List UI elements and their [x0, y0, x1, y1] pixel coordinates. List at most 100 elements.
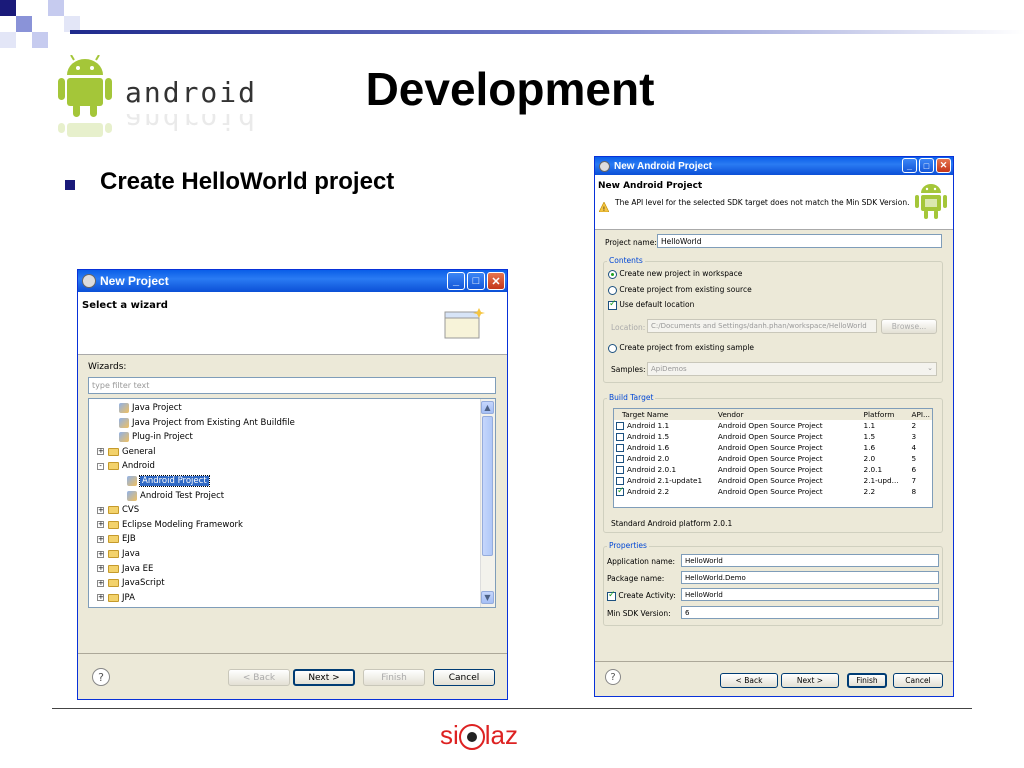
col-platform[interactable]: Platform [862, 409, 910, 420]
radio-new[interactable] [608, 269, 617, 279]
scroll-thumb[interactable] [482, 416, 493, 556]
finish-button[interactable]: Finish [847, 673, 887, 688]
col-api[interactable]: API... [909, 409, 932, 420]
expand-icon[interactable]: + [97, 565, 104, 573]
tree-item[interactable]: Plug-in Project [119, 432, 193, 443]
maximize-button[interactable]: □ [919, 158, 934, 173]
expand-icon[interactable]: + [97, 550, 104, 558]
table-row[interactable]: Android 2.0 Android Open Source Project 2.… [614, 453, 932, 464]
app-name-input[interactable]: HelloWorld [681, 554, 939, 567]
tree-item[interactable]: + Eclipse Modeling Framework [97, 520, 243, 530]
expand-icon[interactable]: + [97, 579, 104, 587]
project-name-input[interactable]: HelloWorld [657, 234, 942, 248]
help-icon[interactable]: ? [605, 669, 621, 685]
project-icon [119, 417, 129, 428]
tree-scrollbar[interactable]: ▲ ▼ [480, 399, 495, 607]
back-button[interactable]: < Back [720, 673, 778, 688]
tree-item[interactable]: + JavaScript [97, 578, 165, 588]
target-checkbox[interactable] [616, 466, 624, 474]
target-name: Android 1.5 [627, 432, 670, 441]
help-icon[interactable]: ? [92, 668, 110, 686]
target-vendor-cell: Android Open Source Project [717, 443, 823, 452]
close-button[interactable]: ✕ [487, 272, 505, 290]
tree-item[interactable]: Java Project [119, 403, 182, 413]
tree-item[interactable]: + Java EE [97, 564, 153, 574]
android-titlebar: New Android Project _ □ ✕ [595, 157, 953, 175]
tree-item[interactable]: + General [97, 447, 156, 457]
back-button[interactable]: < Back [228, 669, 290, 686]
samples-select[interactable]: ApiDemos ⌄ [647, 362, 937, 376]
maximize-button[interactable]: □ [467, 272, 485, 290]
target-vendor-cell: Android Open Source Project [717, 421, 823, 430]
radio-existing[interactable] [608, 285, 617, 295]
checkbox-create-activity[interactable] [607, 590, 616, 601]
tree-item[interactable]: Java Project from Existing Ant Buildfile [119, 417, 295, 428]
minimize-button[interactable]: _ [447, 272, 465, 290]
collapse-icon[interactable]: - [97, 462, 104, 470]
checkbox-default-location[interactable] [608, 299, 617, 310]
expand-icon[interactable]: + [97, 521, 104, 529]
tree-item[interactable]: Android Project [127, 475, 210, 487]
col-target-name[interactable]: Target Name [614, 409, 716, 420]
target-checkbox[interactable] [616, 433, 624, 441]
filter-input[interactable]: type filter text [88, 377, 496, 394]
tree-item[interactable]: + JPA [97, 593, 135, 603]
tree-item[interactable]: Android Test Project [127, 490, 225, 501]
tree-item-label: Android Test Project [140, 490, 225, 501]
bullet-text: Create HelloWorld project [100, 168, 395, 195]
eclipse-icon [599, 160, 610, 172]
target-checkbox[interactable] [616, 455, 624, 463]
close-button[interactable]: ✕ [936, 158, 951, 173]
target-checkbox[interactable] [616, 444, 624, 452]
option-new-project[interactable]: Create new project in workspace [608, 269, 742, 279]
option-existing-source[interactable]: Create project from existing source [608, 285, 752, 295]
wizard-tree: Java Project Java Project from Existing A… [88, 398, 496, 608]
target-api-cell: 3 [911, 432, 917, 441]
expand-icon[interactable]: + [97, 535, 104, 543]
package-input[interactable]: HelloWorld.Demo [681, 571, 939, 584]
scroll-up-icon[interactable]: ▲ [481, 401, 494, 414]
target-name: Android 2.1-update1 [627, 476, 703, 485]
decor-square [16, 16, 32, 32]
cancel-button[interactable]: Cancel [433, 669, 495, 686]
finish-button[interactable]: Finish [363, 669, 425, 686]
table-row[interactable]: Android 2.0.1 Android Open Source Project… [614, 464, 932, 475]
expand-icon[interactable]: + [97, 506, 104, 514]
next-button[interactable]: Next > [781, 673, 839, 688]
min-sdk-input[interactable]: 6 [681, 606, 939, 619]
browse-button[interactable]: Browse... [881, 319, 937, 334]
target-checkbox[interactable] [616, 486, 625, 496]
window-title: New Project [100, 274, 169, 288]
expand-icon[interactable]: + [97, 594, 104, 602]
create-activity-input[interactable]: HelloWorld [681, 588, 939, 601]
tree-item[interactable]: + CVS [97, 505, 139, 515]
separator [78, 653, 507, 654]
folder-icon [108, 593, 119, 602]
target-checkbox[interactable] [616, 477, 624, 485]
tree-item[interactable]: - Android [97, 461, 155, 471]
target-vendor-cell: Android Open Source Project [717, 476, 823, 485]
table-row[interactable]: Android 2.2 Android Open Source Project 2.… [614, 486, 932, 497]
target-vendor-cell: Android Open Source Project [717, 465, 823, 474]
expand-icon[interactable]: + [97, 448, 104, 456]
minimize-button[interactable]: _ [902, 158, 917, 173]
location-input[interactable]: C:/Documents and Settings/danh.phan/work… [647, 319, 877, 333]
table-row[interactable]: Android 1.1 Android Open Source Project 1.… [614, 420, 932, 431]
next-button[interactable]: Next > [293, 669, 355, 686]
decor-square [48, 0, 64, 16]
tree-item[interactable]: + EJB [97, 534, 136, 544]
table-row[interactable]: Android 1.6 Android Open Source Project 1.… [614, 442, 932, 453]
cancel-button[interactable]: Cancel [893, 673, 943, 688]
tree-item[interactable]: + Java [97, 549, 140, 559]
table-row[interactable]: Android 1.5 Android Open Source Project 1.… [614, 431, 932, 442]
radio-sample[interactable] [608, 343, 617, 353]
build-target-label: Build Target [607, 393, 656, 402]
target-checkbox[interactable] [616, 422, 624, 430]
col-vendor[interactable]: Vendor [716, 409, 862, 420]
scroll-down-icon[interactable]: ▼ [481, 591, 494, 604]
table-row[interactable]: Android 2.1-update1 Android Open Source P… [614, 475, 932, 486]
create-activity-toggle[interactable]: Create Activity: [607, 590, 676, 601]
option-existing-sample[interactable]: Create project from existing sample [608, 343, 754, 353]
dropdown-arrow-icon[interactable]: ⌄ [927, 364, 933, 372]
use-default-location[interactable]: Use default location [608, 299, 694, 310]
